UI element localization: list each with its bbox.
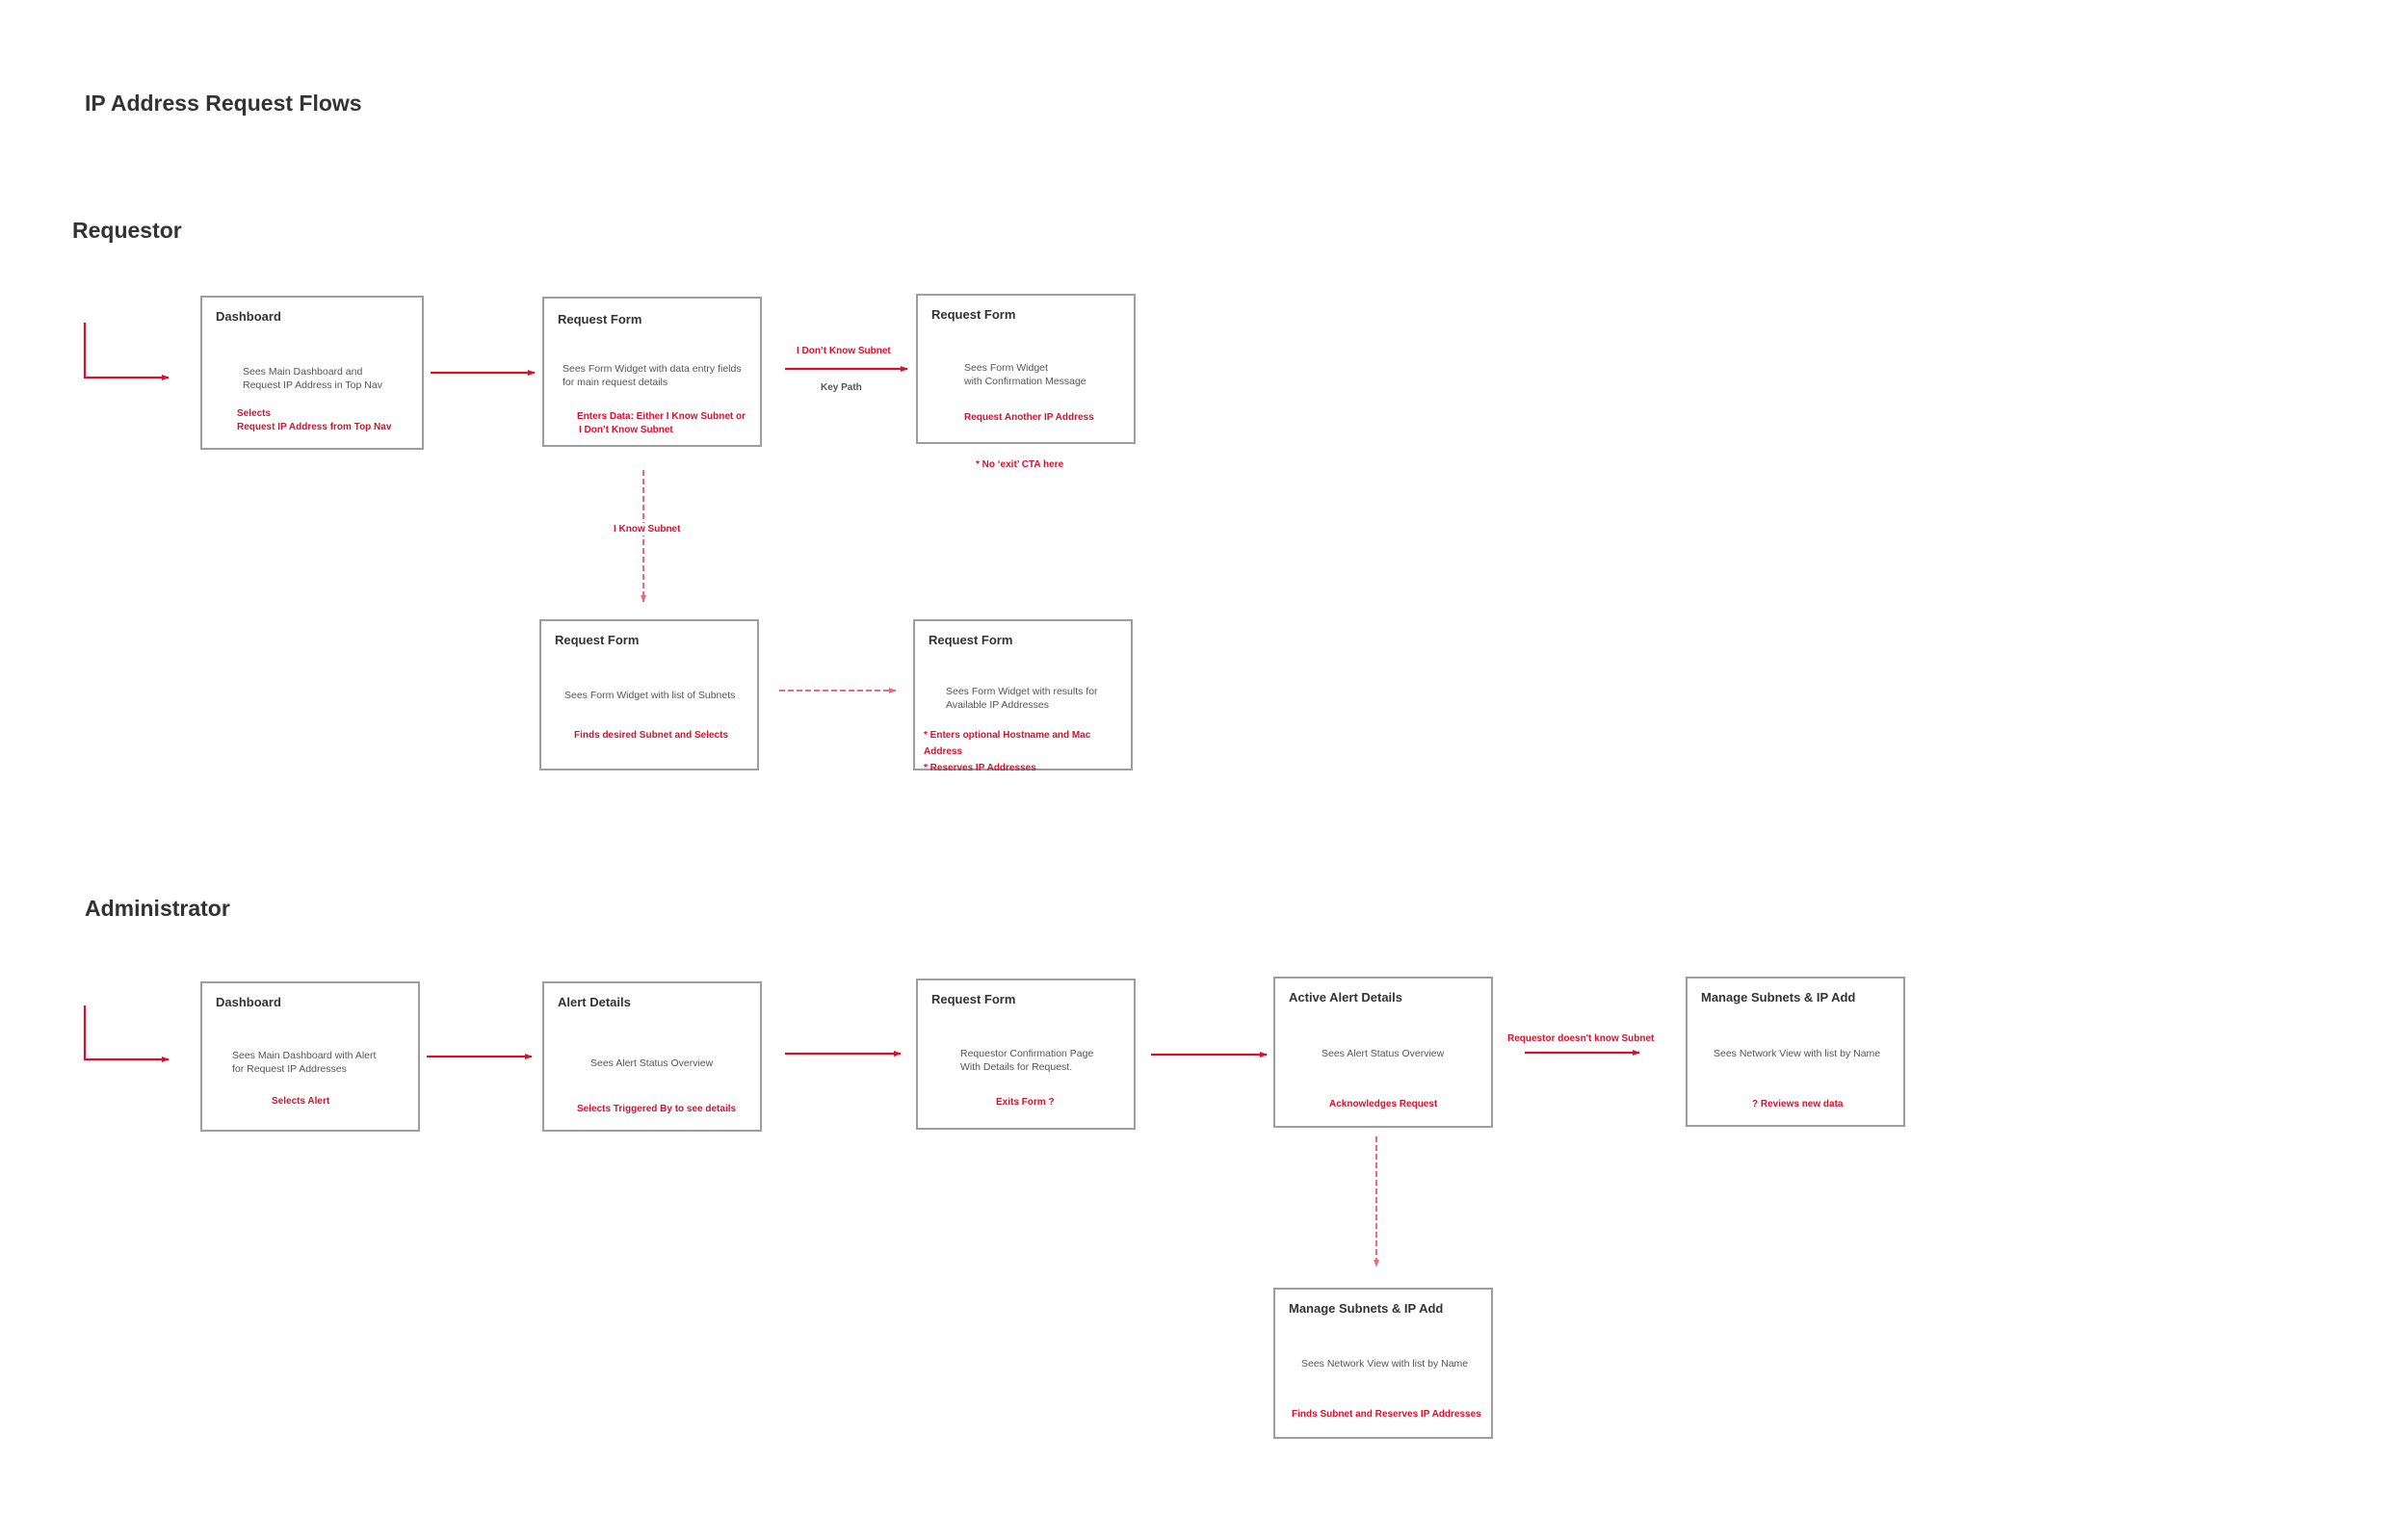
admin-box-manage-subnets-reserve[interactable]: Manage Subnets & IP Add Sees Network Vie… [1273,1288,1493,1439]
box-title: Alert Details [558,995,631,1009]
box-description: Sees Network View with list by Name [1301,1358,1469,1370]
box-title: Request Form [931,307,1016,322]
box-description: Sees Form Widget with data entry fields … [563,363,742,388]
requestor-box-request-form[interactable]: Request Form Sees Form Widget with data … [542,297,762,447]
box-action: Finds desired Subnet and Selects [574,730,729,741]
box-title: Request Form [931,992,1016,1006]
label-requestor-doesnt-know-subnet: Requestor doesn't know Subnet [1507,1033,1655,1044]
box-action: ? Reviews new data [1752,1099,1844,1109]
box-description: Sees Form Widget with list of Subnets [564,690,736,701]
admin-box-alert-details[interactable]: Alert Details Sees Alert Status Overview… [542,981,762,1132]
section-heading-administrator: Administrator [85,896,230,921]
page-title: IP Address Request Flows [85,91,362,116]
requestor-box-available-ips[interactable]: Request Form Sees Form Widget with resul… [913,619,1133,773]
requestor-box-subnet-list[interactable]: Request Form Sees Form Widget with list … [539,619,759,770]
box-description: Sees Alert Status Overview [590,1057,714,1069]
admin-box-request-form[interactable]: Request Form Requestor Confirmation Page… [916,979,1136,1130]
box-title: Dashboard [216,995,281,1009]
label-key-path: Key Path [821,382,862,393]
box-action: Selects Triggered By to see details [577,1104,737,1114]
box-action: Enters Data: Either I Know Subnet or I D… [577,411,746,435]
admin-box-active-alert-details[interactable]: Active Alert Details Sees Alert Status O… [1273,977,1493,1128]
admin-box-dashboard[interactable]: Dashboard Sees Main Dashboard with Alert… [200,981,420,1132]
admin-box-manage-subnets[interactable]: Manage Subnets & IP Add Sees Network Vie… [1686,977,1905,1127]
box-title: Active Alert Details [1289,990,1403,1005]
box-action: Selects Request IP Address from Top Nav [237,408,392,432]
box-title: Manage Subnets & IP Add [1701,990,1856,1005]
start-arrow-administrator [83,1005,170,1062]
box-action: Request Another IP Address [964,412,1094,423]
box-description: Sees Form Widget with results for Availa… [946,686,1098,711]
box-title: Request Form [558,312,642,326]
start-arrow-requestor [83,323,170,380]
box-title: Request Form [929,633,1013,647]
box-action: Exits Form ? [996,1097,1055,1108]
box-description: Sees Main Dashboard and Request IP Addre… [243,366,382,391]
box-title: Dashboard [216,309,281,324]
box-description: Requestor Confirmation Page With Details… [960,1048,1094,1073]
requestor-box-confirmation[interactable]: Request Form Sees Form Widget with Confi… [916,294,1136,444]
label-dont-know-subnet: I Don’t Know Subnet [797,346,891,356]
box-action: Finds Subnet and Reserves IP Addresses [1292,1409,1481,1420]
box-description: Sees Network View with list by Name [1714,1048,1881,1059]
box-action: Selects Alert [272,1096,330,1107]
box-action: Acknowledges Request [1329,1099,1438,1109]
box-description: Sees Alert Status Overview [1322,1048,1445,1059]
box-description: Sees Form Widget with Confirmation Messa… [964,362,1086,387]
connector-layer [83,323,1640,1267]
label-know-subnet: I Know Subnet [614,523,681,535]
box-action: * Enters optional Hostname and Mac Addre… [924,730,1091,773]
box-title: Request Form [555,633,640,647]
box-title: Manage Subnets & IP Add [1289,1301,1444,1316]
section-heading-requestor: Requestor [72,218,182,243]
note-no-exit-cta: * No ‘exit’ CTA here [976,459,1064,470]
requestor-box-dashboard[interactable]: Dashboard Sees Main Dashboard and Reques… [200,296,424,450]
box-description: Sees Main Dashboard with Alert for Reque… [232,1050,377,1075]
